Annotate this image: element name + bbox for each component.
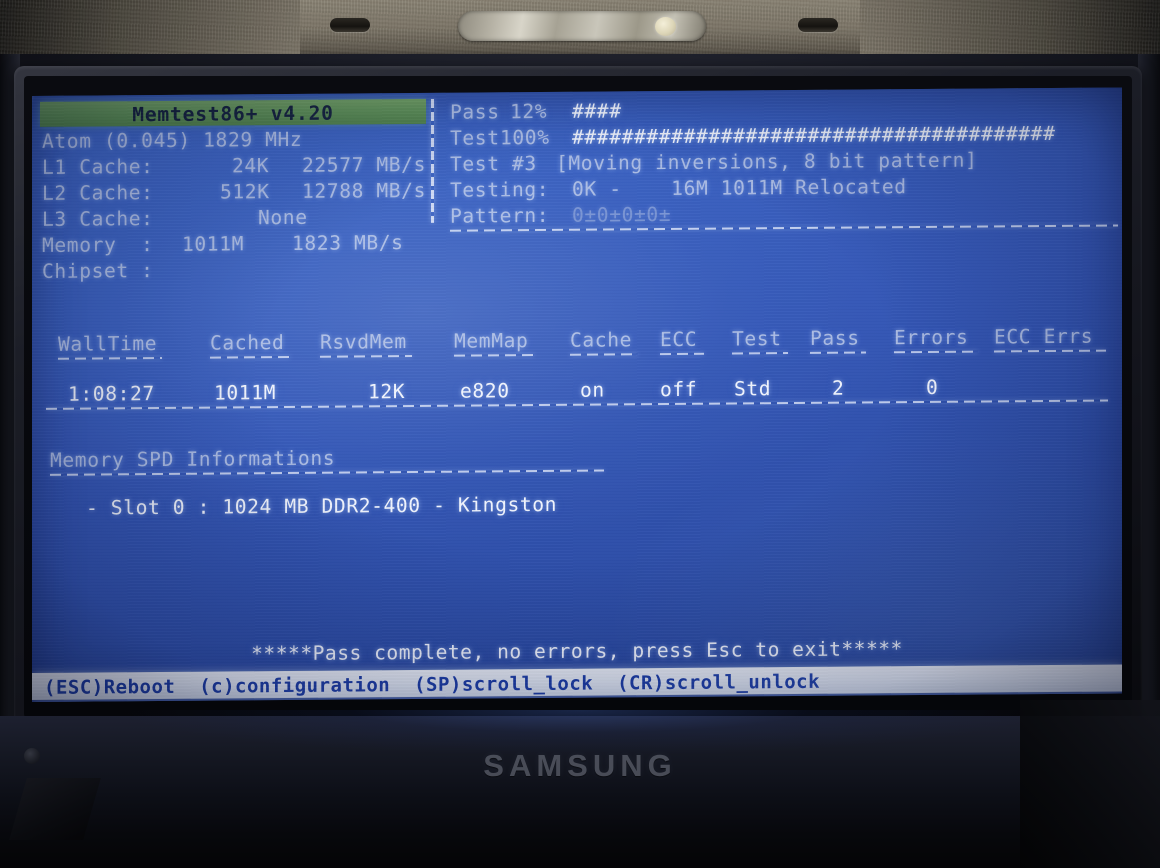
col-header-rsvdmem: RsvdMem — [320, 330, 407, 354]
l2-cache-rate: 12788 MB/s — [302, 178, 426, 203]
underline-ecc-errs — [994, 349, 1106, 353]
terminal-surface: Memtest86+ v4.20 Atom (0.045) 1829 MHz L… — [32, 87, 1122, 702]
pass-label: Pass — [450, 100, 500, 124]
laptop-hinge-strip — [0, 0, 1160, 62]
test-number: Test #3 — [450, 152, 537, 176]
latch-slot-right-icon — [798, 18, 838, 32]
underline-memmap — [454, 354, 534, 357]
webcam-dot-icon — [655, 17, 676, 36]
col-header-errors: Errors — [894, 325, 969, 350]
test-name: [Moving inversions, 8 bit pattern] — [556, 148, 978, 175]
underline-cached — [210, 355, 290, 359]
l3-cache-size: None — [258, 205, 308, 230]
value-errors: 0 — [926, 375, 939, 399]
l1-cache-size: 24K — [232, 154, 270, 178]
pattern-label: Pattern: — [450, 203, 550, 228]
key-help-bar[interactable]: (ESC)Reboot (c)configuration (SP)scroll_… — [32, 664, 1122, 700]
pattern-value: 0±0±0±0± — [572, 202, 672, 227]
pass-complete-message: *****Pass complete, no errors, press Esc… — [251, 636, 903, 666]
table-bottom-rule — [46, 399, 1108, 410]
bezel-screw-icon — [24, 748, 40, 764]
spd-heading: Memory SPD Informations — [50, 446, 336, 472]
testing-range: 0K - 16M 1011M Relocated — [572, 175, 907, 201]
value-test: Std — [734, 377, 772, 401]
app-title-bar: Memtest86+ v4.20 — [40, 98, 426, 127]
memtest-screen: Memtest86+ v4.20 Atom (0.045) 1829 MHz L… — [32, 87, 1122, 703]
col-header-ecc: ECC — [660, 327, 698, 352]
pass-progress-bar: #### — [572, 99, 622, 123]
col-header-cached: Cached — [210, 331, 285, 355]
test-percent: 100% — [500, 125, 550, 150]
underline-cache — [570, 353, 638, 356]
col-header-test: Test — [732, 327, 782, 351]
key-help-text: (ESC)Reboot (c)configuration (SP)scroll_… — [44, 670, 821, 699]
lower-bezel — [0, 716, 1160, 868]
chipset-label: Chipset : — [42, 259, 154, 283]
underline-test — [732, 352, 788, 355]
testing-label: Testing: — [450, 177, 550, 202]
memory-rate: 1823 MB/s — [292, 231, 404, 255]
value-rsvdmem: 12K — [368, 380, 406, 404]
memory-label: Memory : — [42, 233, 154, 257]
value-cached: 1011M — [214, 381, 276, 405]
underline-errors — [894, 350, 978, 354]
pass-percent: 12% — [510, 99, 548, 124]
l2-cache-size: 512K — [220, 180, 270, 204]
value-memmap: e820 — [460, 379, 510, 403]
underline-ecc — [660, 352, 704, 356]
background-shadow-right — [1020, 700, 1160, 868]
spd-slot-0: - Slot 0 : 1024 MB DDR2-400 - Kingston — [86, 492, 558, 520]
l3-cache-label: L3 Cache: — [42, 207, 154, 231]
underline-walltime — [58, 356, 162, 360]
value-ecc: off — [660, 377, 698, 402]
value-walltime: 1:08:27 — [68, 382, 155, 406]
test-progress-bar: ####################################### — [572, 121, 1056, 149]
underline-rsvdmem — [320, 355, 412, 358]
underline-pass — [810, 351, 866, 354]
test-label: Test — [450, 126, 500, 150]
right-panel-rule — [450, 224, 1118, 232]
panel-divider — [431, 98, 434, 223]
col-header-walltime: WallTime — [58, 332, 158, 356]
l2-cache-label: L2 Cache: — [42, 181, 154, 205]
latch-slot-left-icon — [330, 18, 370, 32]
value-cache: on — [580, 378, 605, 402]
col-header-pass: Pass — [810, 326, 860, 350]
cpu-info-line: Atom (0.045) 1829 MHz — [42, 127, 303, 153]
memory-size: 1011M — [182, 232, 244, 256]
brand-logo: SAMSUNG — [483, 748, 677, 783]
laptop-photo: Memtest86+ v4.20 Atom (0.045) 1829 MHz L… — [0, 0, 1160, 868]
col-header-memmap: MemMap — [454, 329, 529, 353]
col-header-cache: Cache — [570, 328, 632, 352]
l1-cache-rate: 22577 MB/s — [302, 152, 426, 177]
col-header-ecc-errs: ECC Errs — [994, 324, 1094, 349]
l1-cache-label: L1 Cache: — [42, 155, 154, 179]
value-pass: 2 — [832, 376, 845, 400]
app-title: Memtest86+ v4.20 — [132, 101, 334, 127]
